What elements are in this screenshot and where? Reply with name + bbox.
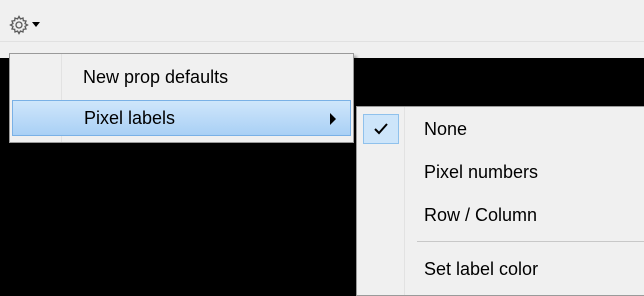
submenu-item-label: Row / Column <box>424 205 538 225</box>
submenu-item-none[interactable]: None <box>359 109 644 149</box>
checkmark-icon <box>363 114 399 144</box>
toolbar <box>0 0 644 42</box>
submenu-item-label: Set label color <box>424 259 539 279</box>
submenu-arrow-icon <box>330 113 336 125</box>
gear-icon <box>9 15 29 35</box>
submenu-item-row-column[interactable]: Row / Column <box>359 195 644 235</box>
menu-item-label: New prop defaults <box>83 67 229 87</box>
caret-down-icon <box>32 22 40 28</box>
submenu-item-label: None <box>424 119 468 139</box>
pixel-labels-submenu: None Pixel numbers Row / Column Set labe… <box>356 106 644 296</box>
menu-item-label: Pixel labels <box>84 108 176 128</box>
settings-dropdown-button[interactable] <box>9 13 45 37</box>
menu-item-new-prop-defaults[interactable]: New prop defaults <box>12 60 351 96</box>
submenu-item-label: Pixel numbers <box>424 162 539 182</box>
submenu-item-pixel-numbers[interactable]: Pixel numbers <box>359 152 644 192</box>
submenu-item-set-label-color[interactable]: Set label color <box>359 249 644 289</box>
menu-item-pixel-labels[interactable]: Pixel labels <box>12 100 351 136</box>
settings-context-menu: New prop defaults Pixel labels <box>9 53 354 143</box>
menu-separator <box>417 241 644 242</box>
